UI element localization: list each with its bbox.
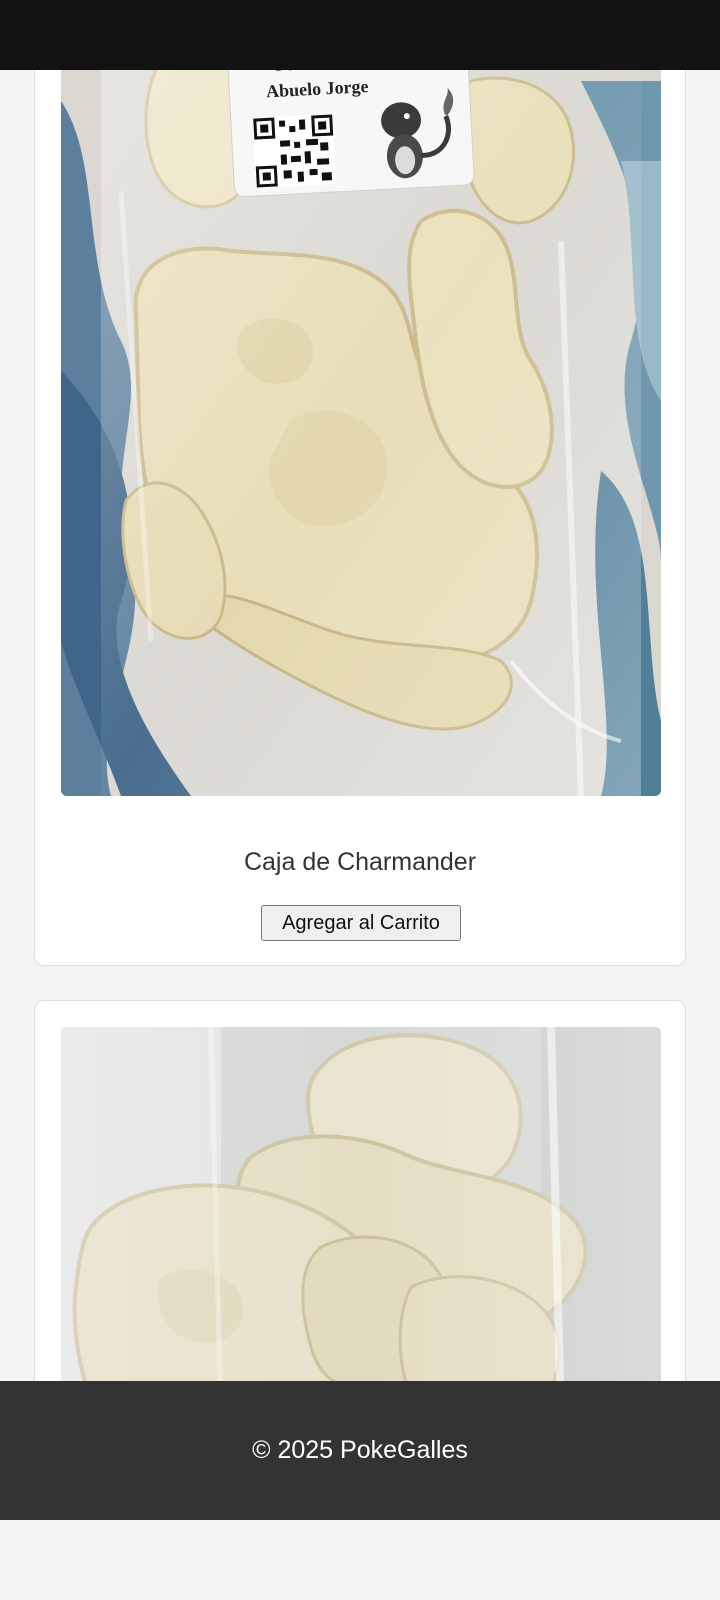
site-footer: © 2025 PokeGalles bbox=[0, 1381, 720, 1520]
qr-code-icon bbox=[252, 113, 337, 189]
copyright-text: © 2025 PokeGalles bbox=[252, 1436, 468, 1464]
product-image-charmander: Feliz Dia del Padre Abuelo Jorge bbox=[61, 41, 661, 796]
product-name: Caja de Charmander bbox=[243, 848, 477, 876]
product-card bbox=[34, 1000, 686, 1421]
add-to-cart-button[interactable]: Agregar al Carrito bbox=[261, 905, 461, 941]
product-card: Feliz Dia del Padre Abuelo Jorge bbox=[34, 30, 686, 966]
top-app-bar bbox=[0, 0, 720, 70]
product-image-squirtle bbox=[61, 1027, 661, 1421]
